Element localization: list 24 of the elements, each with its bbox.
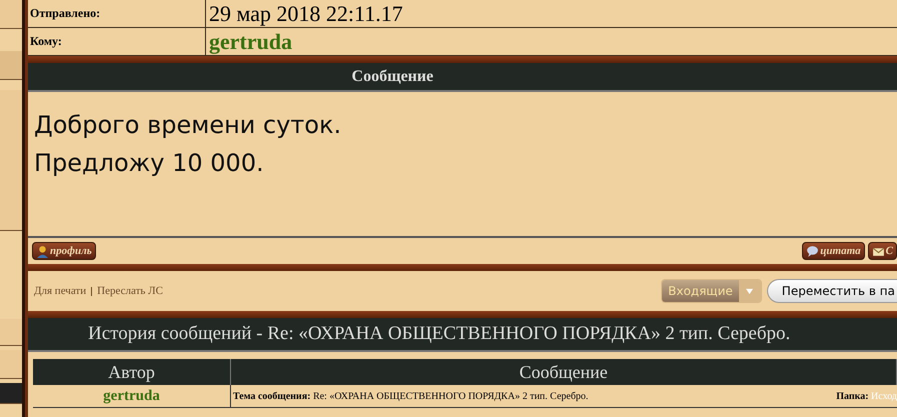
- recipient-name[interactable]: gertruda: [206, 28, 292, 54]
- column-header: Автор: [33, 359, 231, 385]
- mail-button[interactable]: С: [868, 242, 897, 260]
- sidebar-panel: [0, 51, 22, 80]
- history-title: История сообщений - Re: «ОХРАНА ОБЩЕСТВЕННОГО ПОРЯДКА» 2 тип. Серебро.: [88, 323, 790, 345]
- profile-button[interactable]: профиль: [32, 242, 96, 260]
- message-text: Доброго времени суток.: [34, 110, 342, 141]
- column-header: Сообщение: [231, 359, 897, 385]
- section-title: Сообщение: [352, 68, 434, 86]
- subject-text: Тема сообщения: Re: «ОХРАНА ОБЩЕСТВЕННОГО ПОРЯДКА» 2 тип. Серебро.: [233, 390, 588, 402]
- text-link[interactable]: Для печати: [34, 285, 86, 297]
- person-icon: [36, 244, 49, 258]
- field-label: Отправлено:: [28, 0, 206, 27]
- quote-button[interactable]: цитата: [802, 242, 865, 260]
- sidebar-panel: [0, 383, 22, 404]
- message-text: Предложу 10 000.: [34, 148, 265, 179]
- text-link[interactable]: Переслать ЛС: [97, 285, 163, 297]
- sent-date: 29 мар 2018 22:11.17: [208, 0, 403, 26]
- move-button[interactable]: Переместить в па: [766, 279, 897, 303]
- speech-bubble-icon: [806, 244, 820, 258]
- field-label: Кому:: [28, 28, 206, 55]
- folder-text: Папка: Исход: [836, 390, 897, 402]
- author-name[interactable]: gertruda: [103, 388, 160, 404]
- caret-icon: [745, 288, 754, 294]
